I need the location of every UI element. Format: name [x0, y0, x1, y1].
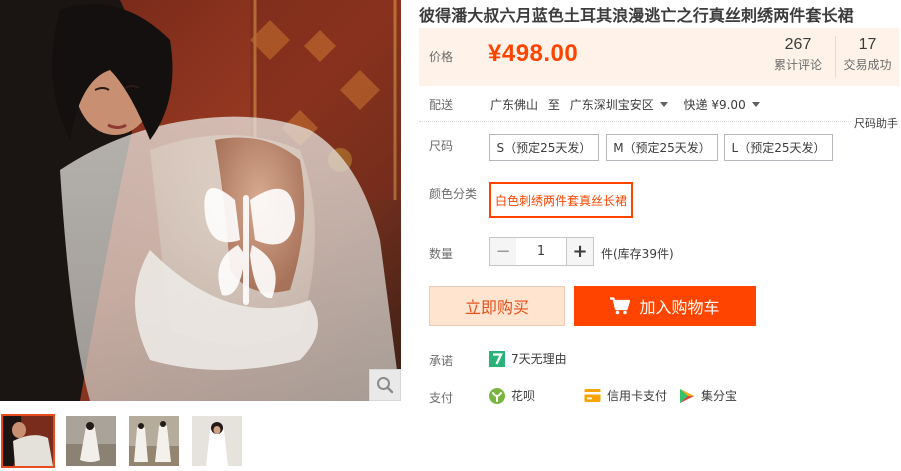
ship-from: 广东佛山 [490, 98, 539, 112]
size-option-s[interactable]: S（预定25天发） [489, 134, 599, 161]
shopping-cart-icon [610, 297, 631, 315]
shipping-row: 广东佛山 至 广东深圳宝安区 快递 ¥9.00 [490, 96, 760, 113]
stock-text: 件(库存39件) [601, 247, 674, 261]
ship-method-dropdown[interactable]: 快递 ¥9.00 [684, 96, 760, 113]
pay-credit-card[interactable]: 信用卡支付 [584, 387, 667, 404]
main-product-image[interactable] [0, 0, 401, 401]
deals-count: 17 [858, 36, 877, 53]
jifenbao-icon [679, 388, 695, 404]
shipping-label: 配送 [429, 98, 454, 112]
deals-stat: 17 交易成功 [835, 36, 899, 78]
promise-label: 承诺 [429, 354, 454, 368]
size-helper-link[interactable]: 尺码助手 [852, 115, 898, 131]
ship-to-value: 广东深圳宝安区 [569, 98, 654, 112]
pay-huabei[interactable]: 花呗 [489, 387, 535, 404]
seven-days-icon [489, 350, 505, 367]
chevron-down-icon [659, 102, 668, 107]
color-option-white[interactable]: 白色刺绣两件套真丝长裙 [489, 182, 633, 218]
pay-credit-card-label: 信用卡支付 [607, 389, 668, 403]
reviews-count: 267 [784, 36, 812, 53]
deals-label: 交易成功 [843, 58, 892, 72]
thumbnail-1[interactable] [1, 414, 55, 468]
price-box: 价格 ¥498.00 267 累计评论 17 交易成功 [419, 28, 899, 86]
reviews-label: 累计评论 [773, 58, 822, 72]
promise-7day-label: 7天无理由 [511, 352, 567, 366]
size-option-m[interactable]: M（预定25天发） [606, 134, 718, 161]
quantity-input[interactable]: 1 [516, 237, 566, 266]
price-value: ¥498.00 [488, 40, 579, 67]
thumbnail-4[interactable] [190, 414, 244, 468]
color-label: 颜色分类 [429, 187, 478, 201]
ship-method-value: 快递 ¥9.00 [683, 98, 746, 112]
add-to-cart-button[interactable]: 加入购物车 [574, 286, 756, 326]
quantity-minus-button[interactable]: − [489, 237, 517, 266]
quantity-label: 数量 [429, 247, 454, 261]
pay-jifenbao-label: 集分宝 [701, 389, 738, 403]
pay-jifenbao[interactable]: 集分宝 [679, 387, 737, 404]
price-label: 价格 [429, 50, 454, 64]
thumbnail-3[interactable] [127, 414, 181, 468]
size-label: 尺码 [429, 139, 454, 153]
thumbnail-2[interactable] [64, 414, 118, 468]
pay-huabei-label: 花呗 [511, 389, 536, 403]
divider [419, 121, 899, 122]
ship-to-word: 至 [547, 98, 560, 112]
huabei-icon [489, 387, 505, 404]
ship-to-dropdown[interactable]: 广东深圳宝安区 [570, 96, 668, 113]
credit-card-icon [584, 388, 601, 403]
buy-now-button[interactable]: 立即购买 [429, 286, 565, 326]
payment-label: 支付 [429, 391, 454, 405]
reviews-stat[interactable]: 267 累计评论 [761, 36, 835, 73]
promise-7day[interactable]: 7天无理由 [489, 350, 567, 367]
add-to-cart-label: 加入购物车 [639, 298, 720, 317]
product-title: 彼得潘大叔六月蓝色土耳其浪漫逃亡之行真丝刺绣两件套长裙 [419, 6, 854, 25]
chevron-down-icon [751, 102, 760, 107]
magnifier-icon [376, 376, 394, 394]
size-option-l[interactable]: L（预定25天发） [724, 134, 833, 161]
quantity-plus-button[interactable]: + [566, 237, 594, 266]
zoom-button[interactable] [369, 369, 401, 401]
